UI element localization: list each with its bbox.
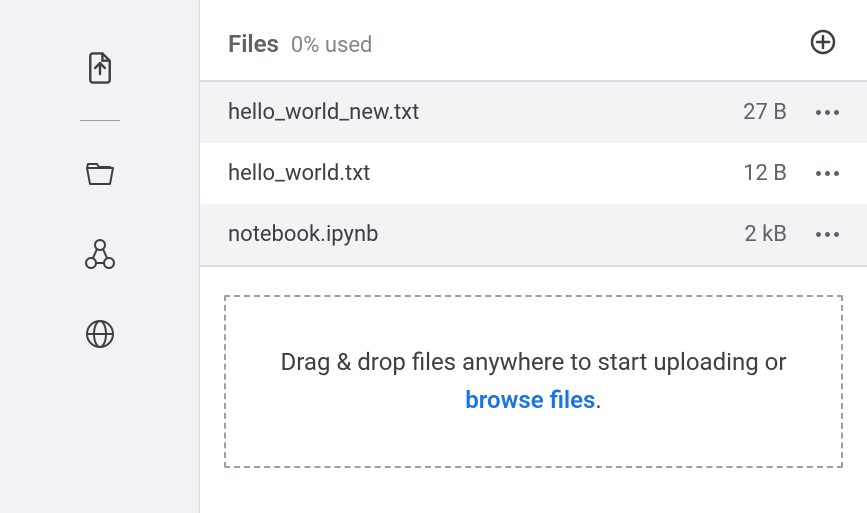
upload-dropzone[interactable]: Drag & drop files anywhere to start uplo… — [224, 295, 843, 468]
sidebar-files[interactable] — [70, 146, 130, 206]
storage-usage: 0% used — [291, 33, 373, 58]
main-panel: Files 0% used hello_world_new.txt 27 B h… — [199, 0, 867, 513]
file-row[interactable]: notebook.ipynb 2 kB — [200, 204, 867, 265]
file-name: hello_world_new.txt — [228, 100, 697, 125]
panel-title: Files — [228, 30, 279, 58]
file-actions-button[interactable] — [787, 171, 867, 176]
more-horizontal-icon — [814, 232, 841, 237]
file-list: hello_world_new.txt 27 B hello_world.txt… — [200, 82, 867, 267]
header-left: Files 0% used — [228, 30, 372, 58]
plus-circle-icon — [809, 28, 837, 60]
globe-icon — [85, 319, 115, 353]
sidebar-network[interactable] — [70, 306, 130, 366]
files-header: Files 0% used — [200, 0, 867, 82]
browse-files-link[interactable]: browse files — [465, 386, 595, 414]
sidebar-divider — [80, 120, 120, 121]
more-horizontal-icon — [814, 171, 841, 176]
file-size: 2 kB — [697, 222, 787, 247]
more-horizontal-icon — [814, 110, 841, 115]
file-name: hello_world.txt — [228, 161, 697, 186]
file-size: 12 B — [697, 161, 787, 186]
dropzone-suffix: . — [595, 386, 601, 414]
sidebar-variables[interactable] — [70, 226, 130, 286]
upload-file-icon — [85, 51, 115, 89]
file-name: notebook.ipynb — [228, 222, 697, 247]
nodes-icon — [84, 238, 116, 274]
sidebar-upload[interactable] — [70, 40, 130, 100]
folder-open-icon — [83, 160, 117, 192]
file-size: 27 B — [697, 100, 787, 125]
sidebar — [0, 0, 199, 513]
file-row[interactable]: hello_world_new.txt 27 B — [200, 82, 867, 143]
file-row[interactable]: hello_world.txt 12 B — [200, 143, 867, 204]
file-actions-button[interactable] — [787, 232, 867, 237]
dropzone-text: Drag & drop files anywhere to start uplo… — [280, 348, 786, 376]
add-file-button[interactable] — [807, 28, 839, 60]
file-actions-button[interactable] — [787, 110, 867, 115]
